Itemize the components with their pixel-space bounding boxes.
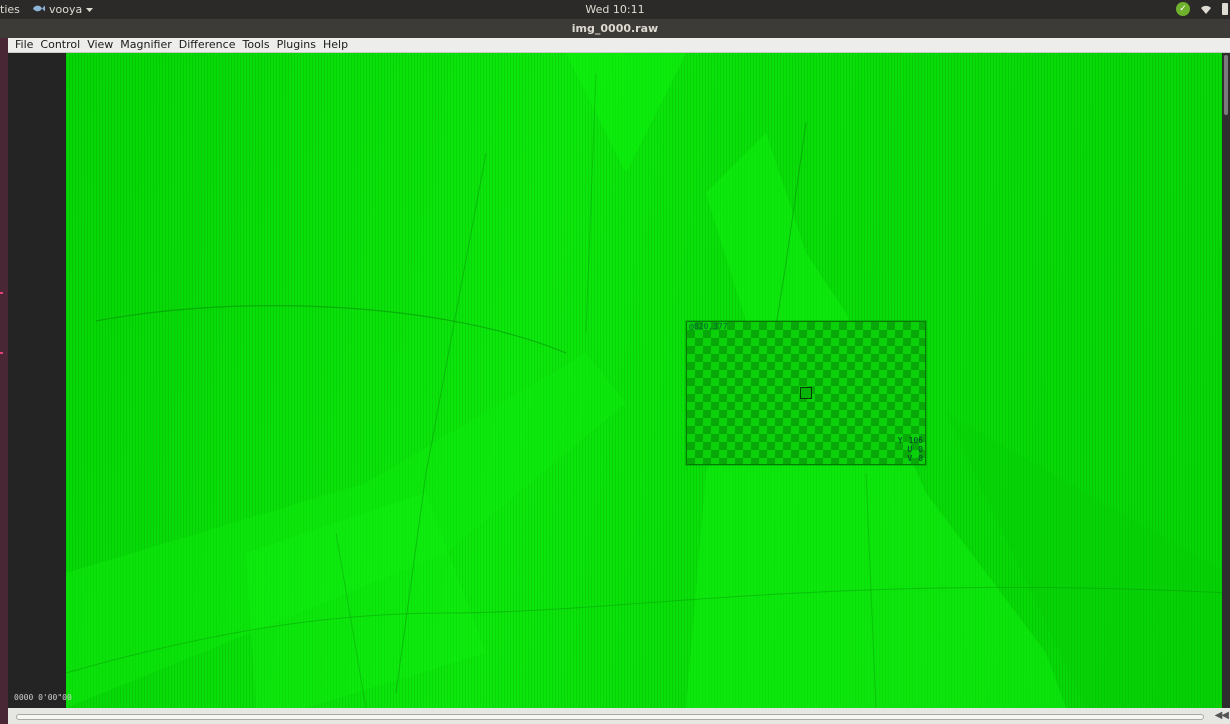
menubar: File Control View Magnifier Difference T… [8,38,1230,53]
viewer: @820,377 Y 106 U 0 V 0 0000 0'00"00 [8,53,1230,708]
menu-control[interactable]: Control [36,38,83,52]
readout-row-v: V 0 [898,454,923,463]
viewer-gutter [8,53,66,708]
readout-value: 106 [908,436,923,445]
menu-magnifier[interactable]: Magnifier [116,38,174,52]
vertical-scrollbar[interactable] [1222,53,1230,708]
menu-difference[interactable]: Difference [175,38,239,52]
magnifier-center-pixel [800,387,812,399]
menu-file[interactable]: File [8,38,36,52]
app-menu[interactable]: vooya [32,3,94,16]
seek-slider[interactable] [16,714,1204,720]
magnifier-readout: Y 106 U 0 V 0 [898,436,923,463]
shield-check-icon[interactable]: ✓ [1176,2,1190,16]
readout-row-u: U 0 [898,445,923,454]
menu-view[interactable]: View [83,38,116,52]
image-canvas[interactable]: @820,377 Y 106 U 0 V 0 [66,53,1230,708]
magnifier-overlay[interactable]: @820,377 Y 106 U 0 V 0 [686,321,926,465]
top-panel: ties vooya Wed 10:11 ✓ [0,0,1230,19]
rewind-icon[interactable]: ◀◀ [1215,710,1229,721]
window-titlebar[interactable]: img_0000.raw [0,19,1230,38]
readout-label: Y [897,436,903,445]
activities-button[interactable]: ties [0,3,20,16]
readout-row-y: Y 106 [898,436,923,445]
scrollbar-thumb[interactable] [1224,55,1228,115]
seekbar-area: ◀◀ [8,708,1230,724]
readout-label: U [907,445,913,454]
clock[interactable]: Wed 10:11 [585,3,644,16]
clock-container: Wed 10:11 [0,3,1230,16]
dock-edge [0,38,8,724]
system-tray: ✓ [1176,2,1230,16]
magnifier-coords: @820,377 [689,322,728,331]
window-title: img_0000.raw [571,22,659,35]
menu-plugins[interactable]: Plugins [273,38,319,52]
dock-indicator [0,352,3,354]
readout-value: 0 [918,454,923,463]
frame-info: 0000 0'00"00 [14,693,72,702]
image-content [66,53,1230,708]
fish-icon [32,3,45,16]
readout-label: V [907,454,913,463]
dock-indicator [0,292,3,294]
caret-down-icon [86,3,94,16]
wifi-icon[interactable] [1200,3,1212,15]
menu-help[interactable]: Help [319,38,351,52]
readout-value: 0 [918,445,923,454]
app-menu-label: vooya [49,3,83,16]
menu-tools[interactable]: Tools [238,38,272,52]
power-icon[interactable] [1222,3,1228,15]
